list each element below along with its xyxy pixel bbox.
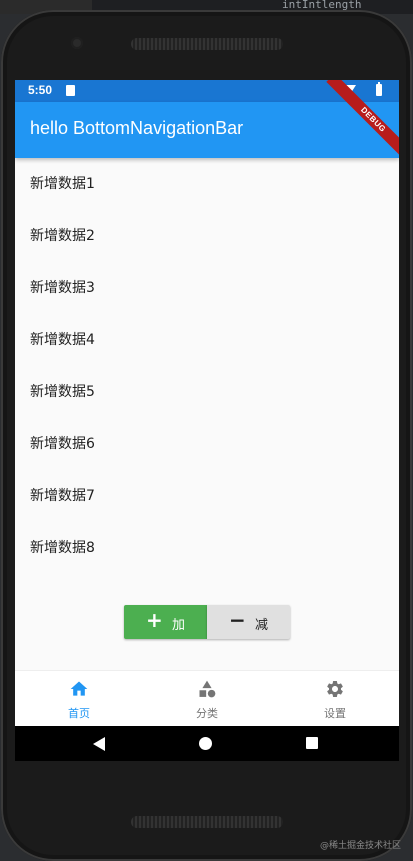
- list-item[interactable]: 新增数据7: [15, 470, 399, 522]
- app-bar: hello BottomNavigationBar DEBUG: [15, 80, 399, 167]
- data-list: 新增数据1 新增数据2 新增数据3 新增数据4 新增数据5 新增数据6 新增数据…: [15, 158, 399, 574]
- top-speaker: [131, 38, 283, 50]
- nav-label-category: 分类: [196, 707, 218, 720]
- system-navigation-bar: [15, 726, 399, 761]
- settings-icon: [327, 681, 343, 697]
- minus-icon: −: [229, 608, 246, 632]
- battery-icon: [376, 82, 382, 96]
- page-title: hello BottomNavigationBar: [30, 118, 244, 138]
- subtract-button-label: 减: [255, 618, 269, 633]
- nav-item-category[interactable]: 分类: [143, 671, 271, 727]
- list-item[interactable]: 新增数据6: [15, 418, 399, 470]
- sd-card-icon: [66, 85, 75, 96]
- bottom-navigation-bar: 首页 分类 设置: [15, 670, 399, 727]
- nav-label-settings: 设置: [324, 707, 346, 720]
- list-item[interactable]: 新增数据2: [15, 210, 399, 262]
- home-button-icon[interactable]: [199, 737, 212, 750]
- nav-item-home[interactable]: 首页: [15, 671, 143, 727]
- device-screen: 5:50 hello BottomNavigationBar DEBUG 新增数…: [15, 80, 399, 761]
- recent-apps-icon[interactable]: [306, 737, 318, 749]
- list-item[interactable]: 新增数据3: [15, 262, 399, 314]
- list-item[interactable]: 新增数据5: [15, 366, 399, 418]
- nav-item-settings[interactable]: 设置: [271, 671, 399, 727]
- button-row: + 加 − 减: [124, 605, 290, 639]
- home-icon: [70, 681, 88, 696]
- list-item[interactable]: 新增数据4: [15, 314, 399, 366]
- add-button-label: 加: [172, 618, 186, 633]
- camera-icon: [71, 37, 83, 49]
- bottom-speaker: [131, 816, 283, 828]
- back-icon[interactable]: [93, 737, 105, 751]
- watermark: @稀土掘金技术社区: [320, 841, 402, 851]
- category-icon: [199, 680, 216, 698]
- add-button[interactable]: + 加: [124, 605, 207, 639]
- nav-label-home: 首页: [68, 707, 90, 720]
- list-item[interactable]: 新增数据8: [15, 522, 399, 574]
- plus-icon: +: [146, 608, 163, 632]
- subtract-button[interactable]: − 减: [207, 605, 290, 639]
- status-time: 5:50: [28, 83, 53, 97]
- list-item[interactable]: 新增数据1: [15, 158, 399, 210]
